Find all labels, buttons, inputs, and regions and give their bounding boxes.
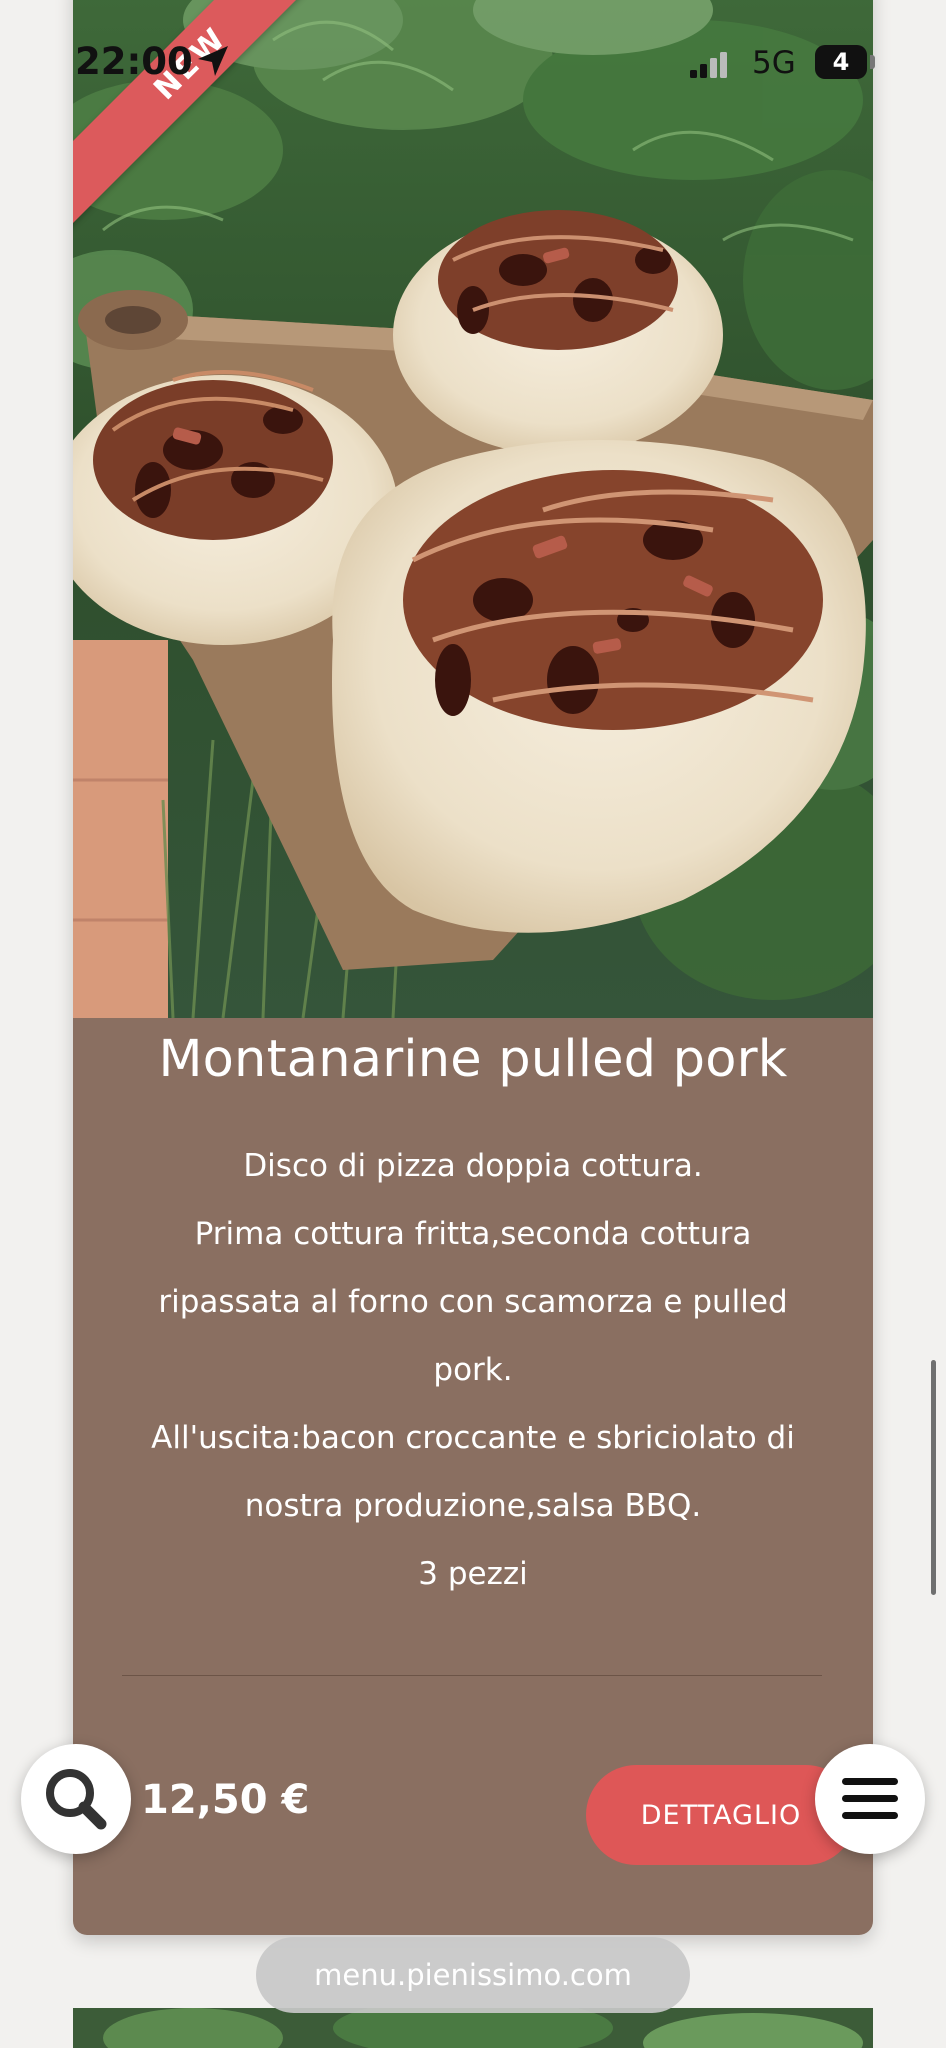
hamburger-menu-icon <box>842 1778 898 1819</box>
description-line: pork. <box>433 1352 513 1388</box>
scrollbar[interactable] <box>931 1360 936 1595</box>
description-line: 3 pezzi <box>418 1556 528 1592</box>
description-line: All'uscita:bacon croccante e sbriciolato… <box>151 1420 795 1456</box>
description-line: ripassata al forno con scamorza e pulled <box>158 1284 788 1320</box>
menu-page: NEW Montanarine pulled pork Disco di piz… <box>0 0 946 2048</box>
product-card[interactable]: NEW Montanarine pulled pork Disco di piz… <box>73 0 873 1935</box>
product-description: Disco di pizza doppia cottura. Prima cot… <box>113 1132 833 1608</box>
divider <box>122 1675 822 1676</box>
next-product-card[interactable] <box>73 2008 873 2048</box>
product-price: 12,50 € <box>141 1777 310 1823</box>
description-line: Disco di pizza doppia cottura. <box>243 1148 703 1184</box>
menu-button[interactable] <box>815 1744 925 1854</box>
search-button[interactable] <box>21 1744 131 1854</box>
product-title: Montanarine pulled pork <box>158 1030 788 1089</box>
status-time: 22:00 <box>75 40 193 83</box>
browser-url-bar[interactable]: menu.pienissimo.com <box>256 1937 690 2013</box>
description-line: nostra produzione,salsa BBQ. <box>244 1488 702 1524</box>
search-icon <box>46 1769 107 1830</box>
description-line: Prima cottura fritta,seconda cottura <box>194 1216 752 1252</box>
next-product-photo <box>73 2008 873 2048</box>
product-photo <box>73 0 873 1018</box>
